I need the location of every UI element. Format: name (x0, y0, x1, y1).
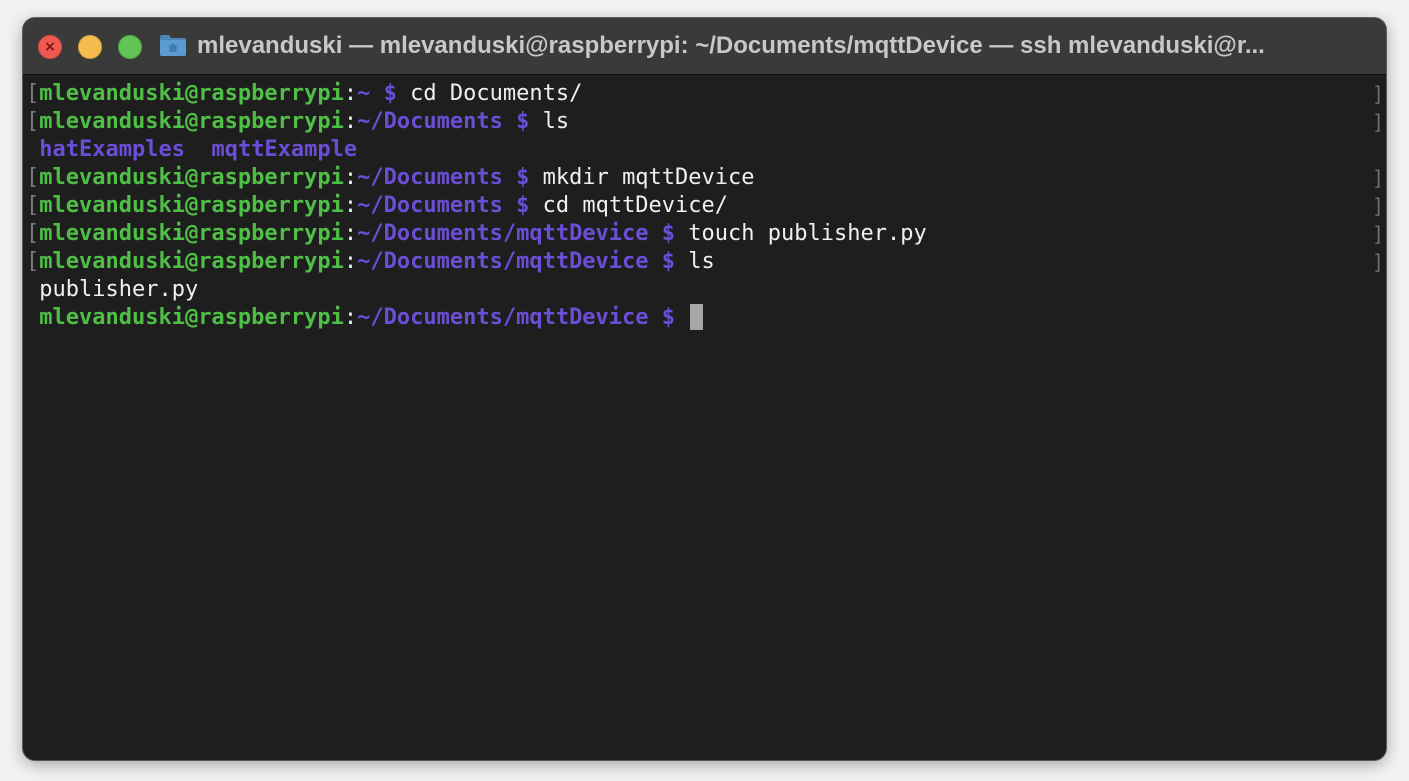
prompt-user: mlevanduski@raspberrypi (39, 165, 344, 190)
line-mark: [ (26, 109, 40, 134)
line-mark: [ (26, 81, 40, 106)
prompt-dollar: $ (661, 221, 676, 246)
prompt-colon: : (343, 165, 358, 190)
line-mark-right: ] (1371, 250, 1384, 274)
command: cd Documents/ (410, 81, 583, 106)
prompt-path: ~/Documents/mqttDevice (357, 305, 649, 330)
prompt-colon: : (343, 109, 358, 134)
terminal-line: [mlevanduski@raspberrypi:~/Documents $ c… (26, 192, 728, 220)
prompt-path: ~/Documents/mqttDevice (357, 249, 649, 274)
prompt-colon: : (343, 249, 358, 274)
prompt-dollar: $ (516, 193, 530, 218)
terminal-output-line: publisher.py (26, 276, 198, 304)
prompt-dollar: $ (383, 81, 397, 106)
line-mark: [ (26, 165, 40, 190)
prompt-path: ~/Documents (357, 165, 503, 190)
terminal-window: × mlevanduski — mlevanduski@raspberrypi:… (23, 18, 1386, 760)
terminal-line: [mlevanduski@raspberrypi:~/Documents $ l… (26, 108, 569, 136)
command: mkdir mqttDevice (542, 165, 755, 190)
close-icon: × (44, 39, 56, 55)
prompt-user: mlevanduski@raspberrypi (39, 193, 344, 218)
zoom-button[interactable] (118, 35, 142, 59)
prompt-path: ~/Documents (357, 193, 503, 218)
terminal-line: [mlevanduski@raspberrypi:~/Documents/mqt… (26, 220, 927, 248)
directory-entry: mqttExample (211, 137, 358, 162)
command: touch publisher.py (688, 221, 927, 246)
prompt-colon: : (343, 221, 358, 246)
directory-entry: hatExamples (39, 137, 185, 162)
minimize-button[interactable] (78, 35, 102, 59)
terminal-output-line: hatExamples mqttExample (26, 136, 357, 164)
home-folder-icon (160, 35, 186, 56)
line-mark: [ (26, 221, 40, 246)
line-mark-right: ] (1371, 194, 1384, 218)
prompt-path: ~/Documents (357, 109, 503, 134)
prompt-colon: : (343, 81, 358, 106)
prompt-path: ~/Documents/mqttDevice (357, 221, 649, 246)
command: ls (688, 249, 715, 274)
prompt-dollar: $ (661, 305, 676, 330)
terminal-current-prompt[interactable]: mlevanduski@raspberrypi:~/Documents/mqtt… (26, 303, 704, 332)
command: cd mqttDevice/ (542, 193, 729, 218)
title-bar[interactable]: × mlevanduski — mlevanduski@raspberrypi:… (23, 18, 1386, 75)
prompt-user: mlevanduski@raspberrypi (39, 249, 344, 274)
line-mark-right: ] (1371, 110, 1384, 134)
prompt-user: mlevanduski@raspberrypi (39, 81, 344, 106)
prompt-dollar: $ (661, 249, 676, 274)
line-mark-right: ] (1371, 222, 1384, 246)
prompt-path: ~ (357, 81, 371, 106)
window-title: mlevanduski — mlevanduski@raspberrypi: ~… (197, 32, 1265, 59)
line-mark-right: ] (1371, 166, 1384, 190)
command: ls (542, 109, 570, 134)
terminal-line: [mlevanduski@raspberrypi:~ $ cd Document… (26, 80, 582, 108)
prompt-dollar: $ (516, 109, 530, 134)
prompt-user: mlevanduski@raspberrypi (39, 305, 344, 330)
prompt-dollar: $ (516, 165, 530, 190)
terminal-line: [mlevanduski@raspberrypi:~/Documents $ m… (26, 164, 755, 192)
close-button[interactable]: × (38, 35, 62, 59)
line-mark: [ (26, 193, 40, 218)
prompt-colon: : (343, 193, 358, 218)
terminal-line: [mlevanduski@raspberrypi:~/Documents/mqt… (26, 248, 715, 276)
prompt-user: mlevanduski@raspberrypi (39, 109, 344, 134)
line-mark-right: ] (1371, 82, 1384, 106)
prompt-user: mlevanduski@raspberrypi (39, 221, 344, 246)
prompt-colon: : (343, 305, 358, 330)
terminal-content[interactable]: [mlevanduski@raspberrypi:~ $ cd Document… (23, 80, 1386, 760)
line-mark: [ (26, 249, 40, 274)
file-entry: publisher.py (39, 277, 199, 302)
text-cursor (690, 303, 704, 330)
